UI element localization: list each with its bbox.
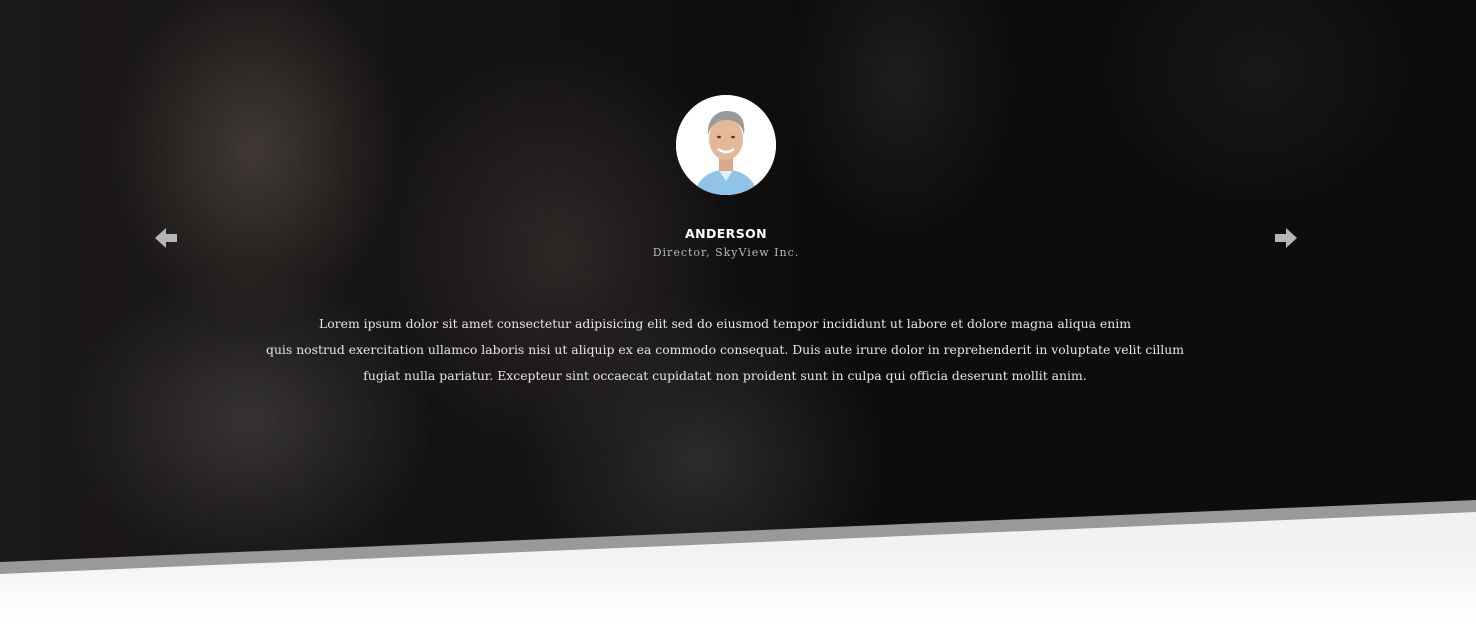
prev-testimonial-button[interactable] xyxy=(153,224,179,252)
testimonial-name: ANDERSON xyxy=(685,226,767,241)
quote-line: quis nostrud exercitation ullamco labori… xyxy=(266,342,1184,357)
testimonial-role: Director, SkyView Inc. xyxy=(652,246,800,259)
arrow-right-icon xyxy=(1275,228,1297,248)
testimonial-quote: Lorem ipsum dolor sit amet consectetur a… xyxy=(250,311,1200,389)
avatar xyxy=(676,95,776,195)
quote-line: Lorem ipsum dolor sit amet consectetur a… xyxy=(319,316,1131,331)
testimonial-section: ANDERSON Director, SkyView Inc. Lorem ip… xyxy=(0,0,1476,642)
arrow-left-icon xyxy=(155,228,177,248)
person-portrait-icon xyxy=(676,95,776,195)
quote-line: fugiat nulla pariatur. Excepteur sint oc… xyxy=(363,368,1087,383)
next-testimonial-button[interactable] xyxy=(1273,224,1299,252)
